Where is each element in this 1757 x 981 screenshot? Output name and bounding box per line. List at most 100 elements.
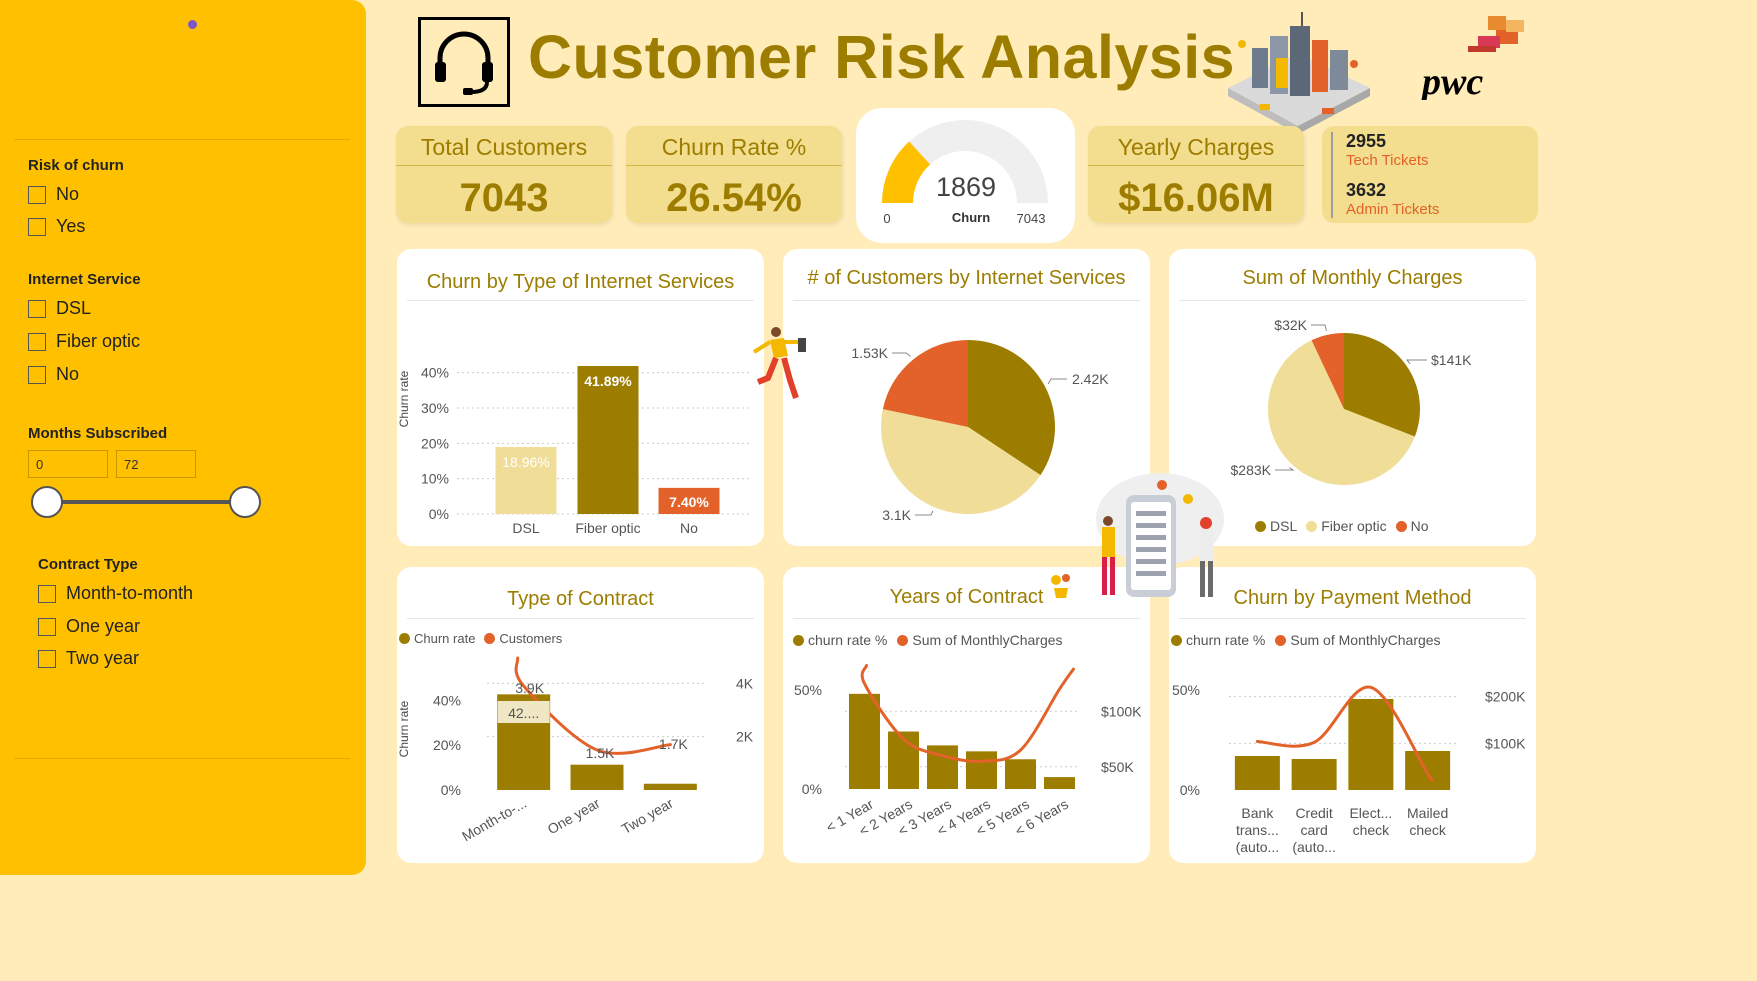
legend-dot (1255, 520, 1266, 532)
page-title: Customer Risk Analysis (528, 23, 1236, 91)
option-label: One year (66, 616, 141, 636)
leader-line (1275, 467, 1295, 471)
pwc-logo: pwc (1418, 14, 1530, 105)
legend-dot (1395, 520, 1407, 532)
checkbox[interactable] (28, 185, 46, 204)
checkbox[interactable] (28, 332, 46, 351)
y-tick-label: 20% (421, 435, 449, 451)
gauge-min: 0 (883, 211, 890, 226)
churn-by-internet-chart: 0% 10% 20% 30% 40% Churn rate 18.96% DSL 41.89% F… (397, 365, 752, 536)
option-label: Fiber optic (56, 331, 141, 351)
x-tick-label: One year (545, 795, 603, 838)
bar (1005, 759, 1036, 789)
slider-max-handle[interactable] (229, 486, 261, 518)
chart-legend: DSL Fiber optic No (1255, 518, 1429, 534)
divider (1331, 132, 1333, 218)
y-tick-label: 0% (802, 781, 822, 797)
kpi-value: 26.54% (666, 176, 802, 220)
tech-tickets-count: 2955 (1346, 131, 1387, 151)
x-tick-label: trans... (1236, 822, 1279, 838)
option-label: No (56, 364, 80, 384)
internet-option-dsl[interactable]: DSL (28, 298, 91, 319)
data-label: 1.53K (851, 345, 888, 361)
checkbox[interactable] (28, 299, 46, 318)
months-min-input[interactable] (28, 450, 108, 478)
y2-tick-label: 2K (736, 729, 754, 745)
slider-min-handle[interactable] (31, 486, 63, 518)
y2-tick-label: $50K (1101, 759, 1134, 775)
y-tick-label: 30% (421, 400, 449, 416)
kpi-label: Churn Rate % (661, 134, 807, 160)
churn-gauge: 1869 Churn 0 7043 (882, 120, 1048, 226)
bar-data-label: 42.... (508, 705, 539, 721)
gauge-value: 1869 (936, 172, 996, 202)
team-phone-illustration (1090, 471, 1230, 608)
tickets-card: 2955 Tech Tickets 3632 Admin Tickets (1322, 126, 1538, 223)
checkbox[interactable] (28, 365, 46, 384)
months-max-input[interactable] (116, 450, 196, 478)
y2-tick-label: $200K (1485, 689, 1526, 705)
bar (643, 783, 697, 790)
bar (1234, 756, 1280, 790)
indicator-dot (188, 20, 197, 29)
internet-option-fiber[interactable]: Fiber optic (28, 331, 140, 352)
years-of-contract-card: Years of Contract churn rate % Sum of Mo… (783, 567, 1150, 863)
x-tick-label: No (680, 520, 698, 536)
admin-tickets-count: 3632 (1346, 180, 1387, 200)
bar (1044, 777, 1075, 789)
bar (1291, 759, 1337, 790)
leader-line (915, 510, 934, 516)
months-slider-track[interactable] (46, 500, 246, 504)
contract-filter-title: Contract Type (38, 556, 138, 573)
kpi-label: Yearly Charges (1117, 134, 1275, 160)
plant-icon (1048, 572, 1074, 605)
risk-option-no[interactable]: No (28, 184, 79, 205)
data-label: 3.1K (882, 507, 911, 523)
x-tick-label: check (1409, 822, 1447, 838)
leader-line (1405, 359, 1427, 365)
legend-label: No (1410, 518, 1429, 534)
churn-by-payment-card: Churn by Payment Method churn rate % Sum… (1169, 567, 1536, 863)
y-tick-label: 40% (433, 692, 461, 708)
headset-icon (418, 17, 510, 107)
y-tick-label: 0% (429, 506, 449, 522)
divider (14, 139, 350, 140)
x-tick-label: (auto... (1236, 839, 1280, 855)
leader-line (1047, 378, 1067, 385)
x-tick-label: Elect... (1349, 805, 1392, 821)
line-data-label: 3.9K (515, 680, 544, 696)
data-label: 41.89% (584, 373, 632, 389)
checkbox[interactable] (28, 217, 46, 236)
checkbox[interactable] (38, 584, 56, 603)
x-tick-label: Two year (619, 795, 676, 837)
checkbox[interactable] (38, 617, 56, 636)
checkbox[interactable] (38, 649, 56, 668)
city-illustration (1222, 8, 1374, 145)
years-of-contract-chart: 0%50%$50K$100K< 1 Year< 2 Years< 3 Years… (794, 664, 1142, 839)
y-tick-label: 10% (421, 471, 449, 487)
filter-sidebar: Risk of churn No Yes Internet Service DS… (0, 0, 366, 875)
bar (849, 693, 880, 789)
y-tick-label: 40% (421, 365, 449, 381)
leader-line (892, 352, 911, 357)
y-tick-label: 50% (794, 682, 822, 698)
data-label: $141K (1431, 352, 1472, 368)
y2-tick-label: $100K (1101, 703, 1142, 719)
line-data-label: 1.5K (586, 745, 615, 761)
y-tick-label: 50% (1172, 682, 1200, 698)
risk-option-yes[interactable]: Yes (28, 216, 85, 237)
option-label: DSL (56, 298, 92, 318)
internet-option-no[interactable]: No (28, 364, 79, 385)
kpi-churn-rate: Churn Rate % 26.54% (626, 126, 842, 223)
legend-label: Fiber optic (1321, 518, 1387, 534)
x-tick-label: Bank (1241, 805, 1274, 821)
admin-tickets-label: Admin Tickets (1346, 201, 1440, 218)
contract-option-one-year[interactable]: One year (38, 616, 140, 637)
running-person-illustration (744, 326, 812, 407)
churn-by-payment-chart: 0%50%$100K$200KBanktrans...(auto...Credi… (1172, 682, 1526, 855)
divider (1088, 165, 1304, 166)
contract-option-monthly[interactable]: Month-to-month (38, 583, 193, 604)
divider (14, 758, 350, 759)
contract-option-two-year[interactable]: Two year (38, 648, 139, 669)
legend-label: DSL (1270, 518, 1298, 534)
